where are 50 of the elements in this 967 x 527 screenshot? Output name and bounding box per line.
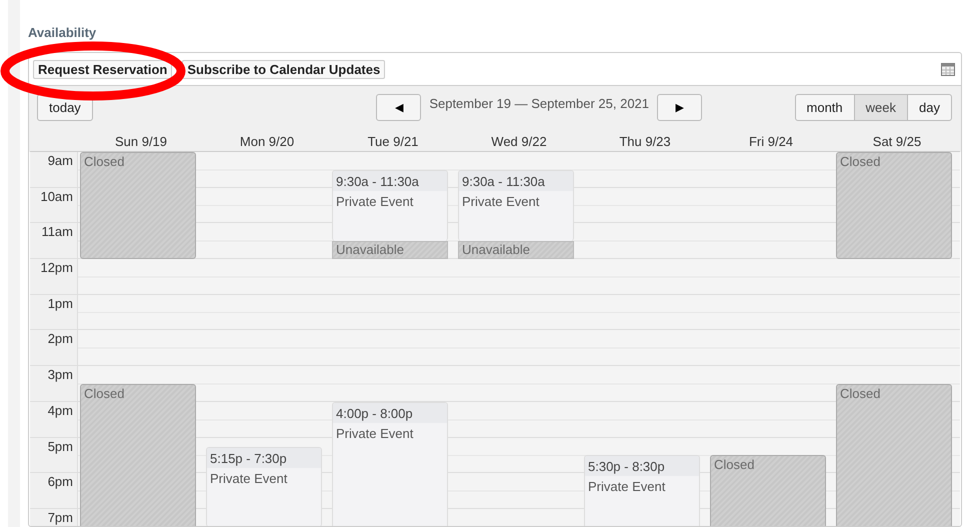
toolbar-button[interactable]: Request Reservation xyxy=(33,60,172,78)
closed-block: Closed xyxy=(836,152,952,260)
event-block[interactable]: 5:15p - 7:30p Private Event xyxy=(206,446,322,526)
hour-label: 12pm xyxy=(40,260,73,276)
day-header: Sun 9/19 xyxy=(114,134,168,148)
view-tab[interactable]: day xyxy=(907,94,952,121)
closed-block: Closed xyxy=(836,384,952,526)
closed-block: Closed xyxy=(710,455,826,526)
hour-label: 1pm xyxy=(48,296,73,311)
hour-label: 7pm xyxy=(48,510,73,525)
hour-label: 3pm xyxy=(48,367,73,382)
hour-label: 11am xyxy=(41,224,73,240)
day-header: Fri 9/24 xyxy=(748,134,794,148)
event-title: Private Event xyxy=(588,479,666,494)
toolbar-button[interactable]: Subscribe to Calendar Updates xyxy=(182,60,386,78)
hour-label: 4pm xyxy=(48,402,73,418)
event-block[interactable]: 9:30a - 11:30a Private Event xyxy=(332,170,448,242)
day-header: Tue 9/21 xyxy=(368,134,418,148)
event-time: 4:00p - 8:00p xyxy=(336,406,413,421)
event-time: 9:30a - 11:30a xyxy=(462,174,545,189)
closed-block: Closed xyxy=(80,384,196,526)
date-range: September 19 — September 25, 2021 xyxy=(429,95,650,111)
section-title: Availability xyxy=(28,26,98,40)
day-header: Mon 9/20 xyxy=(240,134,294,148)
day-header: Thu 9/23 xyxy=(619,134,671,148)
event-title: Private Event xyxy=(336,426,414,441)
view-tab[interactable]: week xyxy=(854,94,908,121)
event-time: 5:30p - 8:30p xyxy=(588,459,665,474)
event-block[interactable]: 9:30a - 11:30a Private Event xyxy=(458,170,574,242)
previous-button[interactable]: ◀ xyxy=(376,94,422,121)
view-tab[interactable]: month xyxy=(794,94,855,121)
day-header: Sat 9/25 xyxy=(872,134,922,148)
hour-label: 5pm xyxy=(48,438,73,454)
hour-label: 9am xyxy=(48,153,73,168)
unavailable-block: Unavailable xyxy=(332,241,448,260)
event-block[interactable]: 5:30p - 8:30p Private Event xyxy=(584,455,700,526)
closed-block: Closed xyxy=(80,152,196,260)
event-time: 9:30a - 11:30a xyxy=(336,174,419,189)
event-block[interactable]: 4:00p - 8:00p Private Event xyxy=(332,402,448,526)
hour-label: 10am xyxy=(40,188,73,204)
unavailable-block: Unavailable xyxy=(458,241,574,260)
hour-label: 2pm xyxy=(48,331,73,346)
next-button[interactable]: ▶ xyxy=(657,94,702,121)
day-header: Wed 9/22 xyxy=(491,134,547,148)
event-time: 5:15p - 7:30p xyxy=(210,450,287,466)
event-title: Private Event xyxy=(462,194,540,209)
event-title: Private Event xyxy=(210,470,288,486)
hour-label: 6pm xyxy=(48,474,73,490)
calendar-icon[interactable] xyxy=(941,62,955,76)
event-title: Private Event xyxy=(336,194,414,209)
